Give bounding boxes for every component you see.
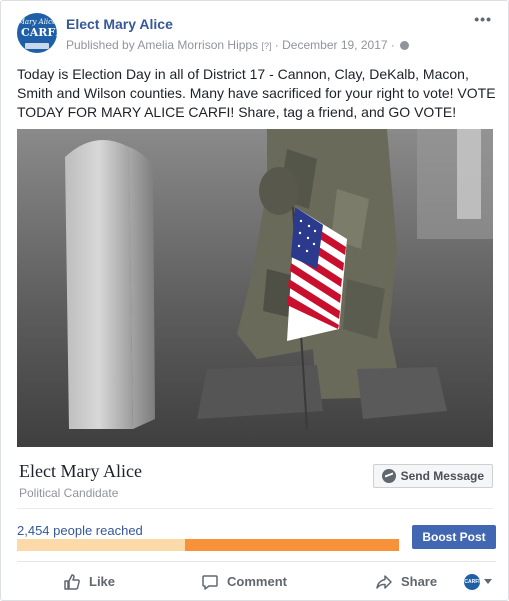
comment-icon bbox=[202, 574, 218, 590]
help-marker[interactable]: [?] bbox=[261, 41, 271, 51]
boost-post-button[interactable]: Boost Post bbox=[412, 525, 496, 549]
card-title[interactable]: Elect Mary Alice bbox=[19, 461, 142, 482]
comment-label: Comment bbox=[227, 574, 287, 589]
card-subtitle: Political Candidate bbox=[19, 486, 119, 500]
like-button[interactable]: Like bbox=[63, 573, 115, 591]
post-date[interactable]: December 19, 2017 bbox=[282, 38, 387, 52]
action-bar: Like Comment Share CARFI bbox=[17, 561, 496, 601]
send-message-label: Send Message bbox=[400, 469, 484, 483]
like-label: Like bbox=[89, 574, 116, 589]
reach-count[interactable]: 2,454 people reached bbox=[17, 523, 143, 538]
page-name-link[interactable]: Elect Mary Alice bbox=[66, 16, 173, 32]
avatar-banner bbox=[25, 43, 49, 49]
more-icon[interactable]: ••• bbox=[474, 11, 492, 27]
post-meta: Published by Amelia Morrison Hipps [?] ·… bbox=[66, 38, 410, 52]
chevron-down-icon bbox=[484, 579, 492, 584]
post-as-selector[interactable]: CARFI bbox=[464, 573, 492, 590]
messenger-icon bbox=[381, 469, 396, 483]
send-message-button[interactable]: Send Message bbox=[372, 464, 493, 488]
globe-icon[interactable] bbox=[400, 41, 410, 50]
post-header: Mary Alice CARFI Elect Mary Alice Publis… bbox=[17, 11, 496, 57]
reach-bar-organic bbox=[17, 539, 186, 551]
share-label: Share bbox=[400, 574, 438, 589]
avatar-name-text: CARFI bbox=[21, 26, 57, 39]
share-button[interactable]: Share bbox=[375, 573, 437, 591]
viewer-avatar: CARFI bbox=[464, 573, 480, 590]
meta-separator: · bbox=[274, 38, 279, 52]
post-photo[interactable] bbox=[17, 129, 493, 447]
reach-bar bbox=[17, 539, 399, 551]
like-icon bbox=[64, 573, 80, 590]
comment-button[interactable]: Comment bbox=[201, 573, 287, 591]
page-avatar[interactable]: Mary Alice CARFI bbox=[17, 13, 57, 53]
post-body-text: Today is Election Day in all of District… bbox=[17, 66, 496, 120]
meta-separator-2: · bbox=[390, 38, 395, 52]
page-card: Elect Mary Alice Political Candidate Sen… bbox=[17, 447, 493, 509]
share-icon bbox=[376, 574, 392, 589]
avatar-script-text: Mary Alice bbox=[17, 18, 57, 26]
facebook-post: Mary Alice CARFI Elect Mary Alice Publis… bbox=[0, 0, 509, 601]
published-by[interactable]: Published by Amelia Morrison Hipps bbox=[66, 38, 258, 52]
